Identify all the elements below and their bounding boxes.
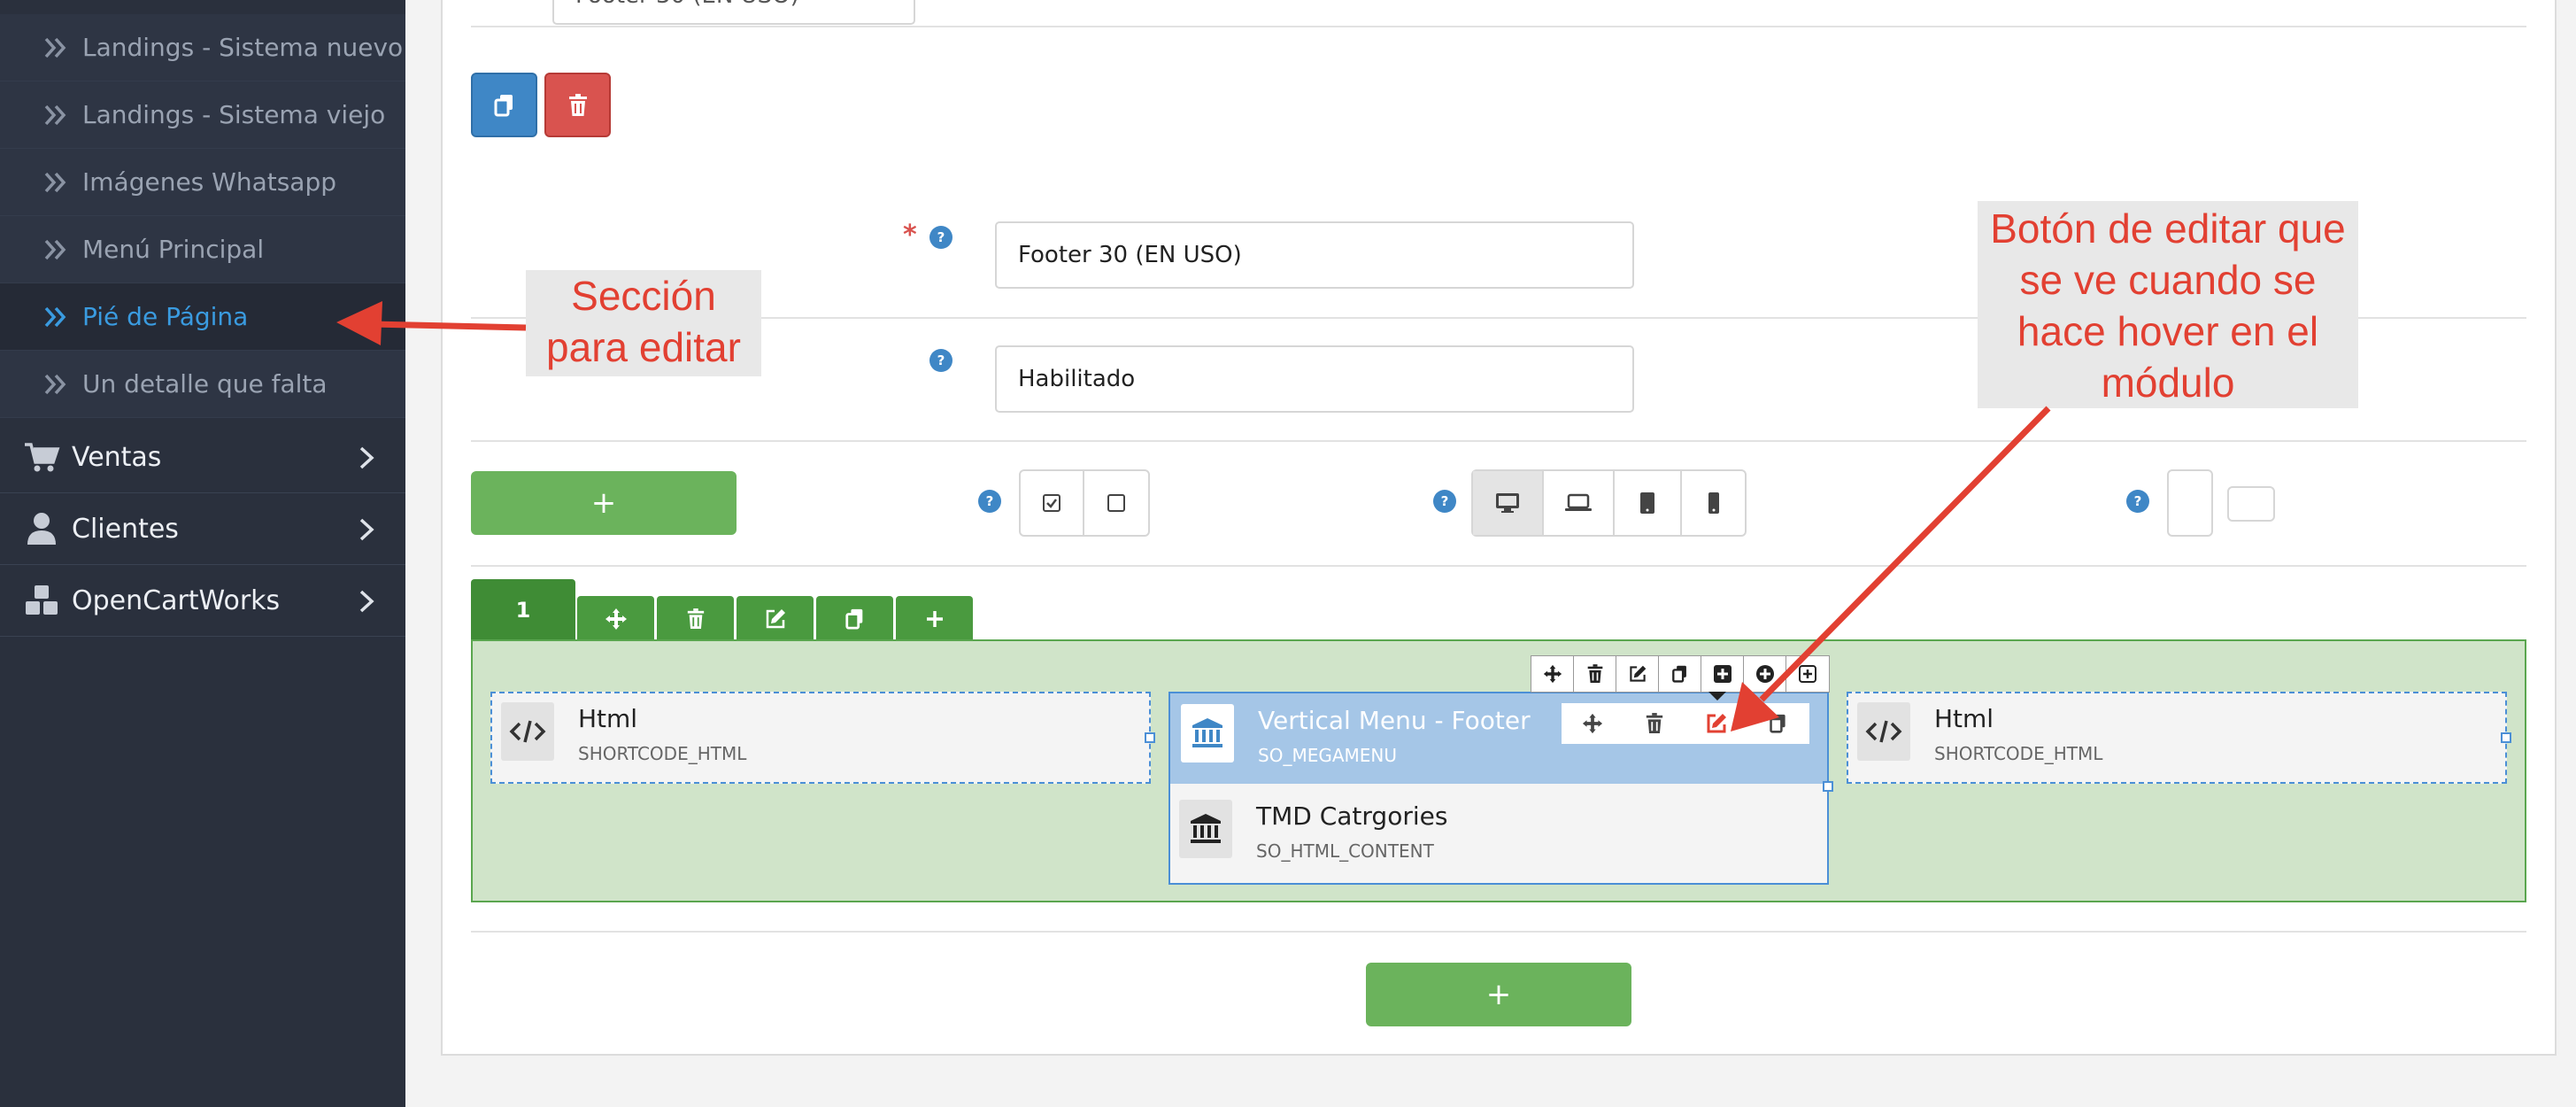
arrow-to-sidebar-head	[336, 301, 382, 345]
arrow-to-sidebar-line	[371, 321, 527, 331]
arrow-to-edit-line	[1759, 406, 2051, 702]
annotation-arrows	[336, 301, 2051, 732]
